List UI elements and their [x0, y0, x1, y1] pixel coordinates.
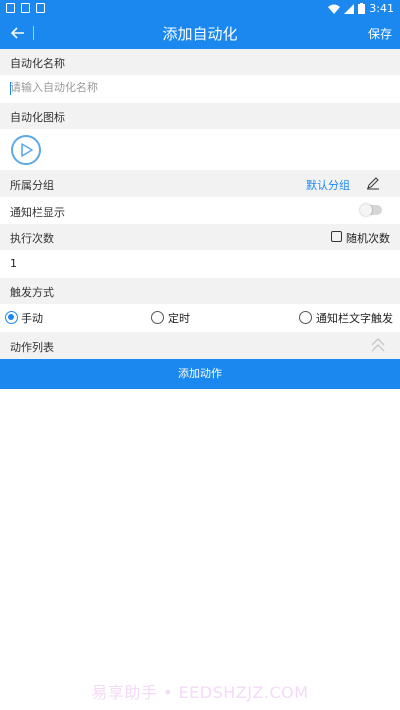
toggle-knob	[360, 204, 372, 216]
trigger-notification-label[interactable]: 通知栏文字触发	[316, 310, 393, 326]
trigger-options-row: 手动 定时 通知栏文字触发	[0, 304, 400, 332]
add-action-button[interactable]: 添加动作	[0, 359, 400, 389]
edit-pencil-icon[interactable]	[366, 176, 380, 190]
random-count-label[interactable]: 随机次数	[346, 230, 390, 246]
trigger-section-header: 触发方式	[0, 278, 400, 304]
clock: 3:41	[369, 2, 394, 15]
status-bar: 3:41	[0, 0, 400, 17]
play-icon	[21, 143, 33, 157]
icon-row	[0, 129, 400, 170]
automation-icon-picker[interactable]	[11, 135, 41, 165]
signal-icon	[344, 3, 355, 14]
group-value-link[interactable]: 默认分组	[306, 177, 350, 193]
trigger-manual-radio[interactable]	[5, 311, 18, 324]
notification-icon	[6, 3, 15, 13]
exec-section-header: 执行次数 随机次数	[0, 224, 400, 250]
actions-section-header: 动作列表	[0, 332, 400, 359]
text-cursor	[10, 82, 11, 95]
watermark: 易享助手 • EEDSHZJZ.COM	[91, 683, 309, 702]
icon-section-header: 自动化图标	[0, 103, 400, 129]
exec-label: 执行次数	[10, 232, 54, 245]
notify-row: 通知栏显示	[0, 197, 400, 224]
icon-section-label: 自动化图标	[10, 111, 65, 124]
message-icon	[21, 3, 30, 13]
name-section-header: 自动化名称	[0, 49, 400, 75]
actions-label: 动作列表	[10, 341, 54, 354]
wifi-icon	[328, 4, 341, 14]
group-row: 所属分组 默认分组	[0, 170, 400, 197]
page-title: 添加自动化	[162, 25, 238, 43]
app-bar: 添加自动化 保存	[0, 17, 400, 49]
notify-toggle[interactable]	[360, 204, 382, 216]
trigger-notification-radio[interactable]	[299, 311, 312, 324]
app-notification-icon	[36, 3, 45, 13]
trigger-timer-radio[interactable]	[151, 311, 164, 324]
group-label: 所属分组	[10, 179, 54, 192]
name-section-label: 自动化名称	[10, 57, 65, 70]
exec-count-row: 1	[0, 250, 400, 278]
random-count-checkbox[interactable]	[331, 231, 342, 242]
battery-icon	[358, 3, 366, 14]
exec-count-input[interactable]: 1	[10, 257, 17, 270]
automation-name-input[interactable]	[10, 81, 390, 94]
trigger-timer-label[interactable]: 定时	[168, 310, 190, 326]
notify-label: 通知栏显示	[10, 206, 65, 219]
name-row	[0, 75, 400, 103]
trigger-label: 触发方式	[10, 286, 54, 299]
trigger-manual-label[interactable]: 手动	[21, 310, 43, 326]
save-button[interactable]: 保存	[368, 25, 392, 42]
collapse-chevrons-icon[interactable]	[370, 336, 386, 354]
